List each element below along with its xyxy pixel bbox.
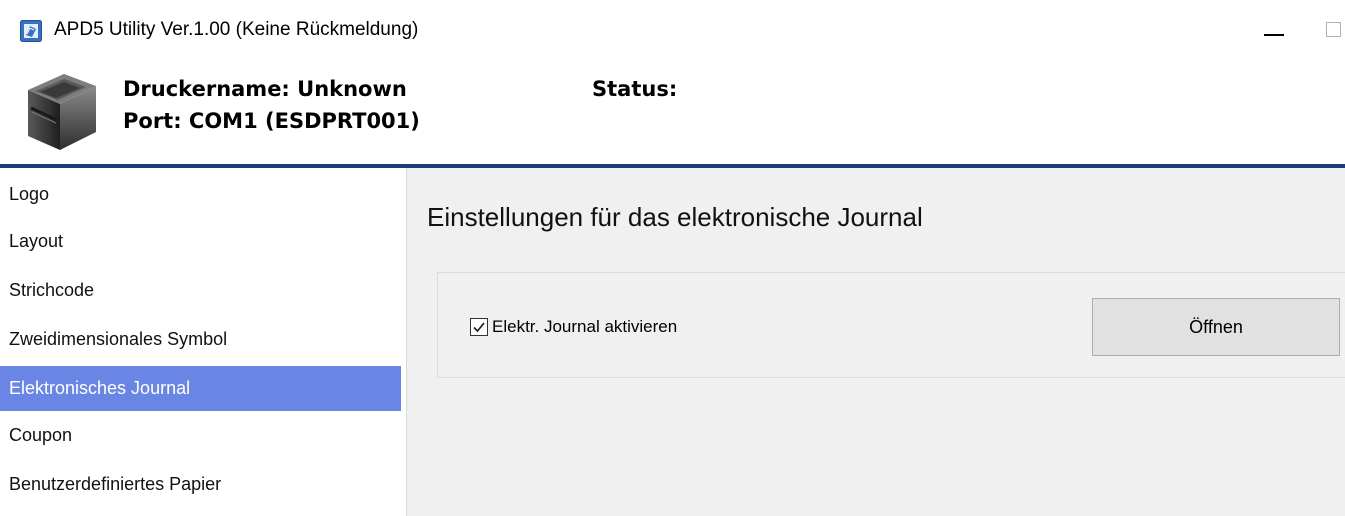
sidebar-item-2d-symbol[interactable]: Zweidimensionales Symbol [0, 317, 401, 362]
enable-journal-checkbox[interactable]: Elektr. Journal aktivieren [470, 316, 677, 338]
open-button[interactable]: Öffnen [1092, 298, 1340, 356]
printer-header: Druckername: Unknown Port: COM1 (ESDPRT0… [0, 56, 1345, 164]
minimize-icon[interactable] [1261, 18, 1287, 44]
journal-settings-group: Elektr. Journal aktivieren Öffnen [437, 272, 1345, 378]
sidebar: Logo Layout Strichcode Zweidimensionales… [0, 168, 407, 516]
apd-utility-icon [20, 20, 42, 42]
sidebar-item-coupon[interactable]: Coupon [0, 413, 401, 458]
receipt-printer-icon [28, 74, 96, 150]
checkmark-icon [473, 322, 485, 333]
maximize-icon[interactable] [1326, 22, 1341, 37]
sidebar-item-custom-paper[interactable]: Benutzerdefiniertes Papier [0, 462, 401, 507]
page-title: Einstellungen für das elektronische Jour… [427, 202, 923, 232]
sidebar-item-barcode[interactable]: Strichcode [0, 268, 401, 313]
status-label: Status: [592, 77, 678, 101]
printer-port: Port: COM1 (ESDPRT001) [123, 109, 420, 133]
sidebar-item-layout[interactable]: Layout [0, 219, 401, 264]
printer-name: Druckername: Unknown [123, 77, 407, 101]
main-panel: Einstellungen für das elektronische Jour… [407, 168, 1345, 516]
title-bar[interactable]: APD5 Utility Ver.1.00 (Keine Rückmeldung… [0, 0, 1345, 56]
window-title: APD5 Utility Ver.1.00 (Keine Rückmeldung… [54, 19, 419, 40]
sidebar-item-logo[interactable]: Logo [0, 172, 401, 217]
sidebar-item-electronic-journal[interactable]: Elektronisches Journal [0, 366, 401, 411]
checkbox-label: Elektr. Journal aktivieren [492, 317, 678, 336]
checkbox-box[interactable] [470, 318, 488, 336]
